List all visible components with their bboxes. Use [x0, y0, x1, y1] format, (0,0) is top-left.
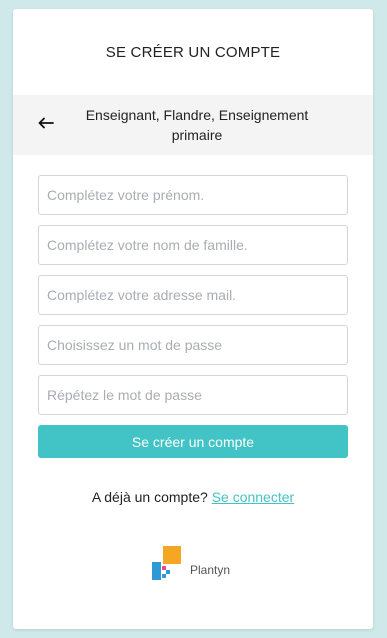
back-button[interactable]	[35, 114, 57, 136]
context-bar: Enseignant, Flandre, Enseignement primai…	[13, 95, 373, 155]
profile-description: Enseignant, Flandre, Enseignement primai…	[85, 107, 309, 143]
brand: Plantyn	[152, 545, 231, 587]
email-field[interactable]	[38, 275, 348, 315]
signup-form: Se créer un compte	[38, 175, 348, 458]
password-repeat-field[interactable]	[38, 375, 348, 415]
signup-card: SE CRÉER UN COMPTE Enseignant, Flandre, …	[13, 9, 373, 629]
login-link[interactable]: Se connecter	[212, 489, 295, 505]
login-prompt-text: A déjà un compte?	[91, 489, 208, 505]
password-field[interactable]	[38, 325, 348, 365]
first-name-field[interactable]	[38, 175, 348, 215]
plantyn-logo-icon	[152, 545, 182, 587]
login-prompt-row: A déjà un compte? Se connecter	[13, 489, 373, 505]
last-name-field[interactable]	[38, 225, 348, 265]
page-title: SE CRÉER UN COMPTE	[105, 43, 281, 61]
brand-name: Plantyn	[190, 563, 231, 577]
arrow-left-icon	[38, 116, 54, 134]
create-account-button[interactable]: Se créer un compte	[38, 425, 348, 458]
